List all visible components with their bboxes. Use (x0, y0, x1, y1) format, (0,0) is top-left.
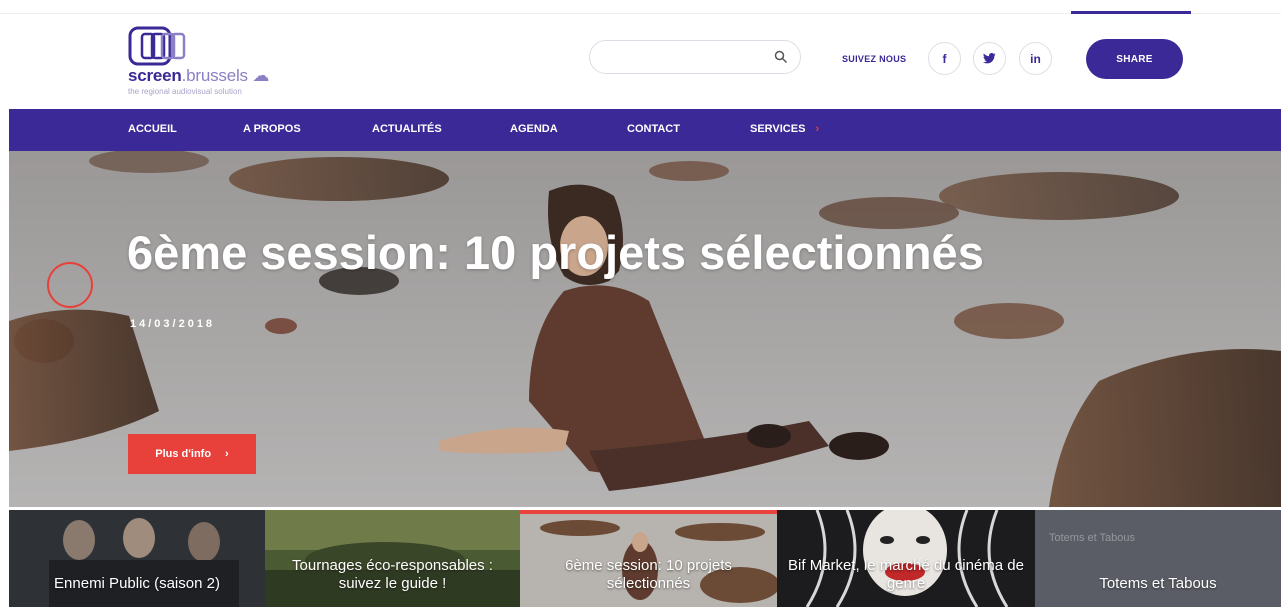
share-button[interactable]: SHARE (1086, 39, 1183, 79)
thumbnail-label: Totems et Tabous (1099, 575, 1217, 592)
thumbnail-6eme-session[interactable]: 6ème session: 10 projets sélectionnés (520, 510, 777, 607)
main-nav: ACCUEIL A PROPOS ACTUALITÉS AGENDA CONTA… (9, 109, 1281, 151)
chevron-right-icon: › (225, 448, 229, 460)
search-box (589, 40, 801, 74)
nav-item-agenda[interactable]: AGENDA (510, 123, 558, 135)
linkedin-icon: in (1030, 51, 1041, 66)
nav-item-actualites[interactable]: ACTUALITÉS (372, 123, 442, 135)
twitter-link[interactable] (973, 42, 1006, 75)
thumbnail-totems-tabous[interactable]: Totems et Tabous Totems et Tabous (1035, 510, 1281, 607)
more-info-label: Plus d'info (155, 448, 212, 460)
logo-wordmark: screen.brussels ☁ (128, 66, 270, 85)
thumbnail-caption-faded: Totems et Tabous (1049, 532, 1136, 544)
nav-item-services[interactable]: SERVICES › (750, 123, 819, 135)
logo-tagline: the regional audiovisual solution (128, 87, 242, 96)
thumbnail-label: 6ème session: 10 projets sélectionnés (565, 557, 732, 592)
facebook-icon: f (942, 51, 947, 66)
thumbnail-tournages[interactable]: Tournages éco-responsables : suivez le g… (265, 510, 520, 607)
hero-date: 14/03/2018 (130, 318, 216, 330)
nav-item-services-label: SERVICES (750, 123, 806, 135)
nav-item-accueil[interactable]: ACCUEIL (128, 123, 177, 135)
slider-indicator[interactable] (47, 262, 93, 308)
thumbnail-label: Ennemi Public (saison 2) (54, 575, 220, 592)
active-thumbnail-indicator (520, 510, 777, 514)
linkedin-link[interactable]: in (1019, 42, 1052, 75)
chevron-right-icon: › (815, 123, 820, 135)
site-logo[interactable]: screen.brussels ☁ the regional audiovisu… (128, 26, 308, 98)
search-icon[interactable] (774, 50, 788, 64)
nav-item-a-propos[interactable]: A PROPOS (243, 123, 301, 135)
thumbnail-bif-market[interactable]: Bif Market, le marché du cinéma de genre (777, 510, 1035, 607)
slider-thumbnails: Ennemi Public (saison 2) Tournages éco-r… (9, 510, 1281, 607)
site-header: screen.brussels ☁ the regional audiovisu… (0, 14, 1281, 109)
hero-slider[interactable]: 6ème session: 10 projets sélectionnés 14… (9, 151, 1281, 507)
thumbnail-label: Tournages éco-responsables : suivez le g… (292, 557, 493, 592)
twitter-icon (983, 53, 996, 64)
thumbnail-label: Bif Market, le marché du cinéma de genre (788, 557, 1024, 592)
facebook-link[interactable]: f (928, 42, 961, 75)
search-input[interactable] (604, 48, 764, 66)
logo-mark-icon (128, 26, 186, 66)
nav-item-contact[interactable]: CONTACT (627, 123, 680, 135)
more-info-button[interactable]: Plus d'info › (128, 434, 256, 474)
thumbnail-ennemi-public[interactable]: Ennemi Public (saison 2) (9, 510, 265, 607)
hero-title: 6ème session: 10 projets sélectionnés (127, 226, 984, 279)
follow-label: SUIVEZ NOUS (842, 54, 907, 64)
